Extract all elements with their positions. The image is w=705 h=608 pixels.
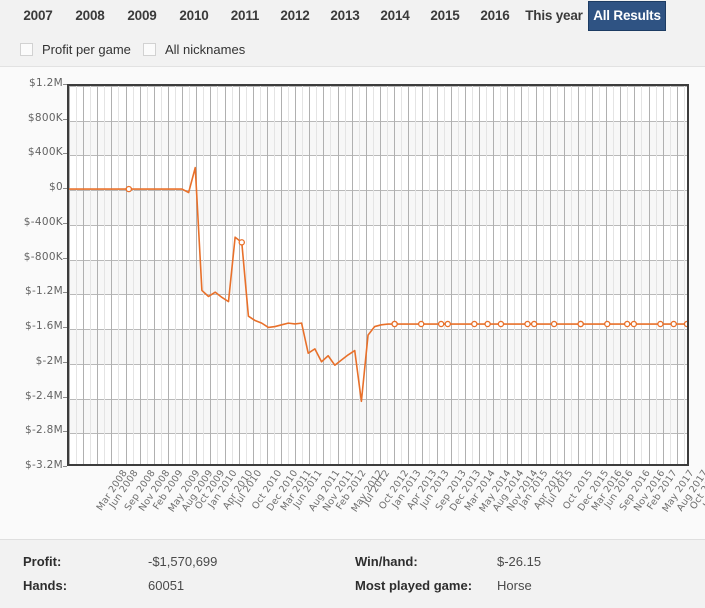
data-point-marker[interactable] (472, 321, 477, 326)
data-point-marker[interactable] (419, 321, 424, 326)
data-point-marker[interactable] (625, 321, 630, 326)
summary-stats-footer: Profit: -$1,570,699 Hands: 60051 Win/han… (0, 539, 705, 608)
data-point-marker[interactable] (605, 321, 610, 326)
year-tab-2011[interactable]: 2011 (220, 0, 270, 32)
year-filter-tabbar: 2007 2008 2009 2010 2011 2012 2013 2014 2015 2016… (0, 0, 705, 33)
data-point-marker[interactable] (552, 321, 557, 326)
year-tab-2015[interactable]: 2015 (420, 0, 470, 32)
year-tab-2014[interactable]: 2014 (370, 0, 420, 32)
year-tab-2009[interactable]: 2009 (116, 0, 168, 32)
chart-panel: $1.2M $800K $400K $0 $-400K $-800K $-1.2M $-1.6… (0, 66, 705, 539)
year-tab-2013[interactable]: 2013 (320, 0, 370, 32)
data-point-marker[interactable] (525, 321, 530, 326)
data-point-marker[interactable] (392, 321, 397, 326)
x-axis-labels: Mar 2008 Jun 2008 Sep 2008 Nov 2008 Feb 2009… (67, 468, 705, 538)
data-point-marker[interactable] (631, 321, 636, 326)
chart-options-row: Profit per game All nicknames (0, 32, 705, 66)
checkbox-all-nicknames[interactable]: All nicknames (143, 39, 245, 59)
profit-label: Profit: (23, 554, 62, 569)
checkbox-label: Profit per game (42, 41, 131, 57)
data-point-marker[interactable] (126, 187, 131, 192)
year-tab-2012[interactable]: 2012 (270, 0, 320, 32)
data-point-marker[interactable] (445, 321, 450, 326)
hands-label: Hands: (23, 578, 68, 593)
data-point-marker[interactable] (498, 321, 503, 326)
year-tab-2008[interactable]: 2008 (64, 0, 116, 32)
checkbox-box-icon[interactable] (20, 42, 33, 56)
data-point-marker[interactable] (439, 321, 444, 326)
y-axis-tick-mark (63, 466, 67, 467)
data-point-marker[interactable] (239, 240, 244, 245)
year-tab-2010[interactable]: 2010 (168, 0, 220, 32)
checkbox-box-icon[interactable] (143, 42, 156, 56)
plot-area (67, 84, 689, 466)
winhand-label: Win/hand: (355, 554, 418, 569)
checkbox-profit-per-game[interactable]: Profit per game (20, 39, 131, 59)
winhand-value: $-26.15 (497, 554, 542, 569)
checkbox-label: All nicknames (165, 41, 246, 57)
data-point-marker[interactable] (578, 321, 583, 326)
mostplayed-label: Most played game: (355, 578, 473, 593)
year-tab-2016[interactable]: 2016 (470, 0, 520, 32)
year-tab-all-results[interactable]: All Results (588, 1, 666, 31)
y-axis-ticks (0, 84, 70, 467)
year-tab-this-year[interactable]: This year (520, 0, 588, 32)
profit-line-path (69, 168, 687, 402)
data-point-marker[interactable] (684, 321, 687, 326)
hands-value: 60051 (148, 578, 185, 593)
data-point-marker[interactable] (532, 321, 537, 326)
data-point-marker[interactable] (485, 321, 490, 326)
mostplayed-value: Horse (497, 578, 532, 593)
profit-value: -$1,570,699 (148, 554, 218, 569)
data-point-marker[interactable] (671, 321, 676, 326)
year-tab-2007[interactable]: 2007 (12, 0, 64, 32)
data-point-marker[interactable] (658, 321, 663, 326)
profit-line-series (69, 86, 687, 464)
